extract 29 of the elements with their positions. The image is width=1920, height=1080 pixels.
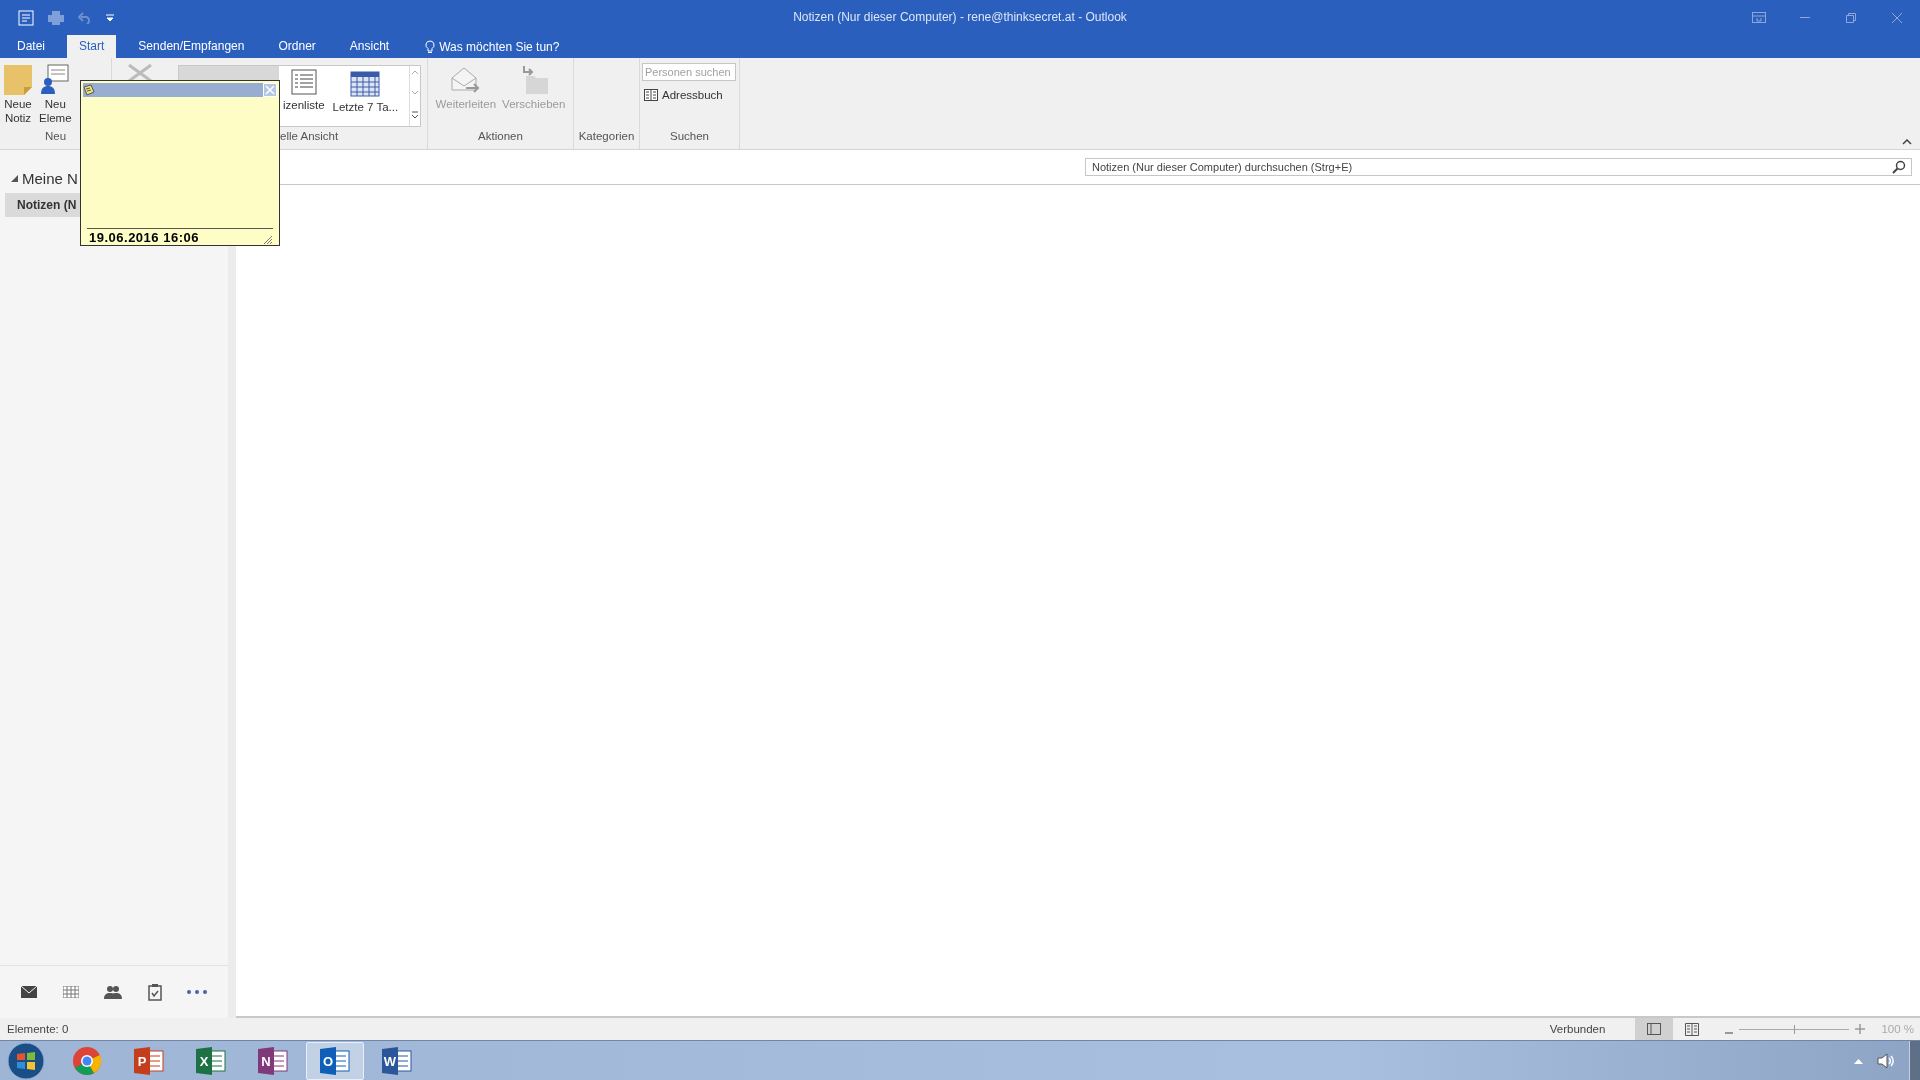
ribbon-tab[interactable]: Start <box>67 35 117 58</box>
taskbar-app-button[interactable]: P <box>120 1041 178 1080</box>
view-option[interactable]: izenliste <box>279 66 329 126</box>
ribbon-tab[interactable]: Ansicht <box>337 35 402 58</box>
taskbar-app-button[interactable]: W <box>368 1041 426 1080</box>
new-note-button[interactable]: Neue Notiz <box>0 63 36 127</box>
taskbar-app-button[interactable]: O <box>306 1041 364 1080</box>
folder-item[interactable]: Notizen (N <box>5 193 81 217</box>
address-book-button[interactable]: Adressbuch <box>640 87 739 103</box>
folder-group-header[interactable]: Meine N <box>22 169 78 187</box>
new-item-button[interactable]: Neu Eleme <box>36 63 75 127</box>
group-label: elle Ansicht <box>280 130 339 142</box>
group-label: Aktionen <box>478 130 523 142</box>
ribbon-tab[interactable]: Ordner <box>266 35 328 58</box>
group-label: Neu <box>44 130 67 142</box>
ribbon-tab[interactable]: Senden/Empfangen <box>126 35 257 58</box>
taskbar-app-button[interactable]: X <box>182 1041 240 1080</box>
search-field[interactable]: Notizen (Nur dieser Computer) durchsuchen (Strg+E) <box>1085 158 1912 176</box>
connection-status: Verbunden <box>1549 1023 1606 1035</box>
group-label: Suchen <box>670 130 709 142</box>
group-label: Kategorien <box>578 130 635 142</box>
view-option[interactable]: Letzte 7 Ta... <box>328 66 403 126</box>
window-title: Notizen (Nur dieser Computer) - rene@thinksecret.at - Outlook <box>793 10 1127 24</box>
note-date: 19.06.2016 16:06 <box>88 230 199 245</box>
ribbon-tab[interactable]: Datei <box>5 35 57 58</box>
people-search-field[interactable]: Personen suchen <box>642 63 736 81</box>
tell-me-button[interactable]: Was möchten Sie tun? <box>419 35 566 58</box>
item-count: Elemente: 0 <box>6 1023 69 1035</box>
taskbar-app-button[interactable]: N <box>244 1041 302 1080</box>
